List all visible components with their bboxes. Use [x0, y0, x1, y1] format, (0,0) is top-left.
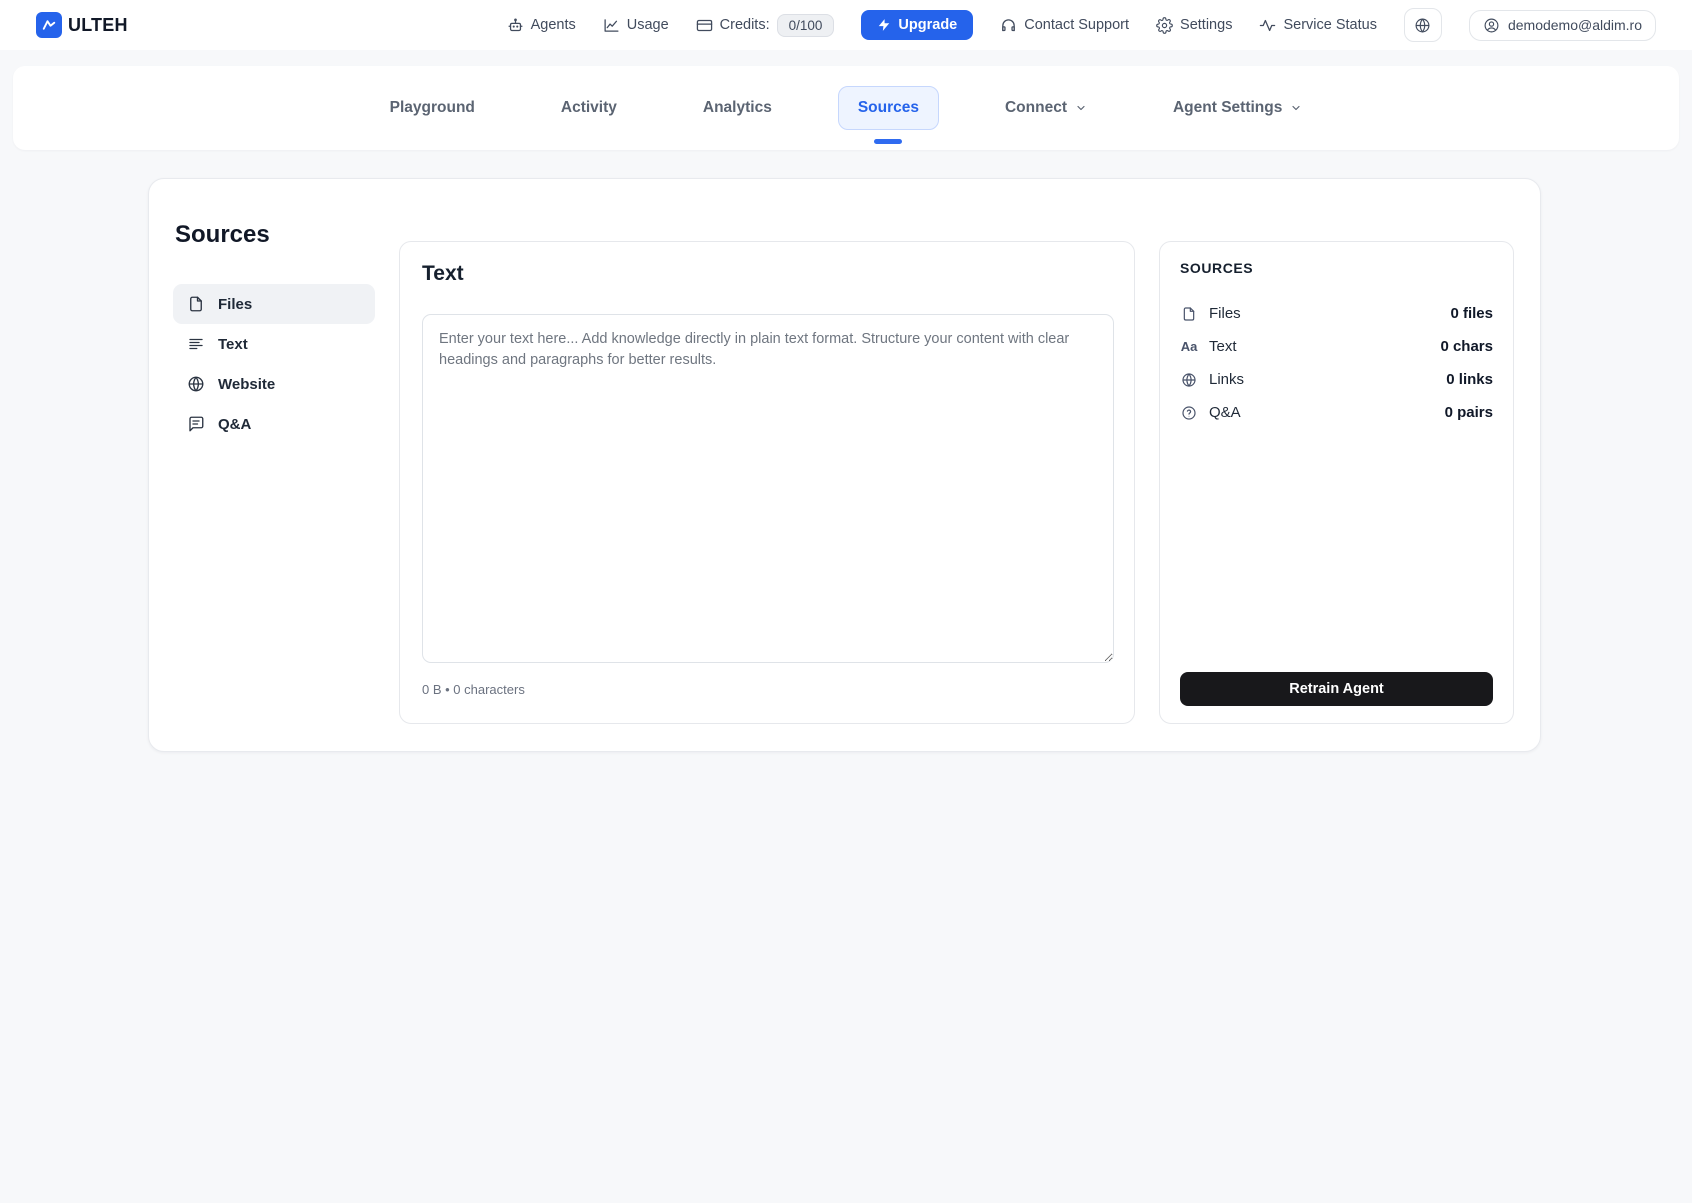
page-title: Sources [175, 221, 270, 249]
tab-sources-label: Sources [858, 99, 919, 117]
summary-title: SOURCES [1180, 260, 1253, 276]
nav-settings[interactable]: Settings [1156, 17, 1232, 34]
tab-activity[interactable]: Activity [541, 86, 637, 130]
nav-agents-label: Agents [531, 17, 576, 33]
sources-summary-panel: SOURCES Files 0 files Aa Text 0 chars [1159, 241, 1514, 724]
summary-row-text: Aa Text 0 chars [1180, 330, 1493, 363]
summary-value: 0 pairs [1445, 404, 1493, 421]
nav-service-status-label: Service Status [1283, 17, 1377, 33]
text-size-counter: 0 B • 0 characters [422, 682, 525, 697]
nav-usage[interactable]: Usage [603, 17, 669, 34]
globe-icon [187, 375, 205, 393]
summary-row-links: Links 0 links [1180, 363, 1493, 396]
nav-credits: Credits: 0/100 [696, 14, 835, 37]
nav-contact-support[interactable]: Contact Support [1000, 17, 1129, 34]
brand-name: ULTEH [68, 15, 128, 36]
sidebar-item-files[interactable]: Files [173, 284, 375, 324]
header-nav: Agents Usage Credits: 0/100 Upgrade [507, 8, 1656, 42]
language-button[interactable] [1404, 8, 1442, 42]
tab-playground[interactable]: Playground [370, 86, 495, 130]
summary-value: 0 links [1446, 371, 1493, 388]
nav-service-status[interactable]: Service Status [1259, 17, 1377, 34]
app-root: ULTEH Agents Usage Credits: 0/100 [0, 0, 1692, 1203]
text-source-input[interactable] [422, 314, 1114, 663]
sources-page-card: Sources Files Text Website [148, 178, 1541, 752]
user-account-menu[interactable]: demodemo@aldim.ro [1469, 10, 1656, 41]
summary-label: Links [1209, 371, 1244, 388]
tab-agent-settings-label: Agent Settings [1173, 99, 1282, 117]
nav-usage-label: Usage [627, 17, 669, 33]
nav-agents[interactable]: Agents [507, 17, 576, 34]
chevron-down-icon [1290, 102, 1302, 114]
summary-label: Q&A [1209, 404, 1241, 421]
nav-settings-label: Settings [1180, 17, 1232, 33]
sources-sidebar: Files Text Website Q&A [173, 284, 375, 444]
retrain-agent-button[interactable]: Retrain Agent [1180, 672, 1493, 706]
activity-icon [1259, 17, 1276, 34]
summary-value: 0 files [1450, 305, 1493, 322]
tab-analytics-label: Analytics [703, 99, 772, 117]
credits-value-badge: 0/100 [777, 14, 835, 37]
sidebar-item-text[interactable]: Text [173, 324, 375, 364]
top-header: ULTEH Agents Usage Credits: 0/100 [0, 0, 1692, 50]
summary-label: Files [1209, 305, 1241, 322]
help-circle-icon [1180, 405, 1198, 421]
tab-connect[interactable]: Connect [985, 86, 1107, 130]
file-icon [187, 295, 205, 313]
file-icon [1180, 306, 1198, 322]
nav-contact-support-label: Contact Support [1024, 17, 1129, 33]
align-left-icon [187, 335, 205, 353]
tab-sources[interactable]: Sources [838, 86, 939, 130]
globe-icon [1414, 17, 1431, 34]
summary-row-qa: Q&A 0 pairs [1180, 396, 1493, 429]
sidebar-item-qa[interactable]: Q&A [173, 404, 375, 444]
summary-rows: Files 0 files Aa Text 0 chars Links 0 li… [1180, 297, 1493, 429]
user-email: demodemo@aldim.ro [1508, 17, 1642, 33]
chevron-down-icon [1075, 102, 1087, 114]
tab-playground-label: Playground [390, 99, 475, 117]
message-square-icon [187, 415, 205, 433]
summary-row-files: Files 0 files [1180, 297, 1493, 330]
brand-mark-icon [36, 12, 62, 38]
tab-connect-label: Connect [1005, 99, 1067, 117]
tab-agent-settings[interactable]: Agent Settings [1153, 86, 1322, 130]
sidebar-item-label: Q&A [218, 416, 251, 433]
robot-icon [507, 17, 524, 34]
upgrade-button[interactable]: Upgrade [861, 10, 973, 40]
agent-tab-bar: Playground Activity Analytics Sources Co… [13, 66, 1679, 150]
sidebar-item-label: Website [218, 376, 275, 393]
panel-title: Text [422, 262, 464, 286]
tab-activity-label: Activity [561, 99, 617, 117]
user-circle-icon [1483, 17, 1500, 34]
brand-logo[interactable]: ULTEH [36, 12, 128, 38]
sidebar-item-website[interactable]: Website [173, 364, 375, 404]
sidebar-item-label: Files [218, 296, 252, 313]
aa-text-icon: Aa [1180, 339, 1198, 354]
sidebar-item-label: Text [218, 336, 248, 353]
globe-icon [1180, 372, 1198, 388]
line-chart-icon [603, 17, 620, 34]
zap-icon [877, 18, 891, 32]
text-source-panel: Text 0 B • 0 characters [399, 241, 1135, 724]
headphones-icon [1000, 17, 1017, 34]
gear-icon [1156, 17, 1173, 34]
credits-label: Credits: [720, 17, 770, 33]
credit-card-icon [696, 17, 713, 34]
upgrade-label: Upgrade [898, 17, 957, 33]
summary-value: 0 chars [1440, 338, 1493, 355]
summary-label: Text [1209, 338, 1237, 355]
tab-analytics[interactable]: Analytics [683, 86, 792, 130]
